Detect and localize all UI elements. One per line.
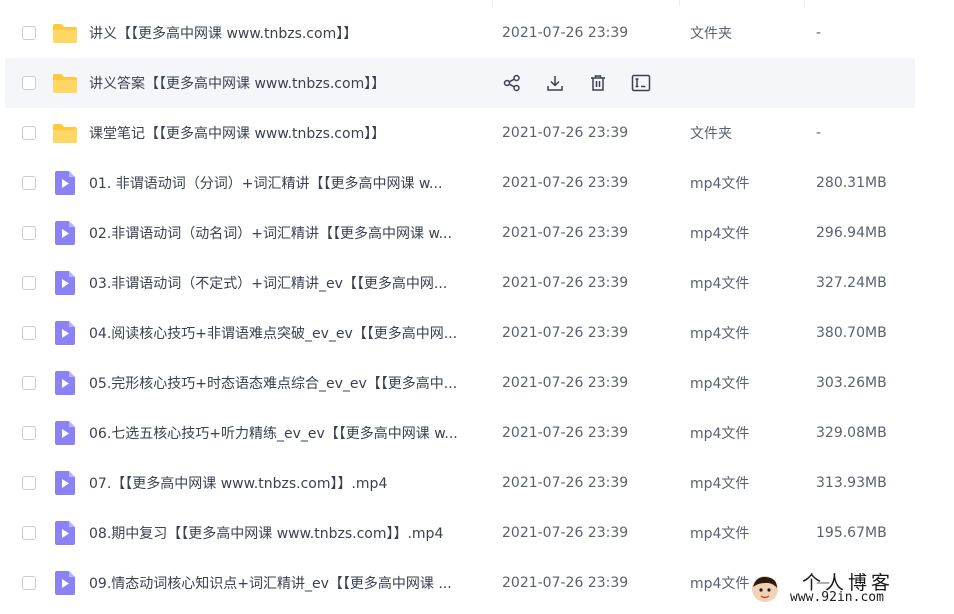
file-row[interactable]: 07.【【更多高中网课 www.tnbzs.com】】.mp4 2021-07-2… xyxy=(5,458,915,508)
video-file-icon xyxy=(52,321,78,345)
watermark: 个人博客 www.92in.com xyxy=(750,570,946,608)
file-row[interactable]: 08.期中复习【【更多高中网课 www.tnbzs.com】】.mp4 2021-… xyxy=(5,508,915,558)
video-file-icon xyxy=(52,521,78,545)
file-row[interactable]: 讲义【【更多高中网课 www.tnbzs.com】】 2021-07-26 23:… xyxy=(5,8,915,58)
file-row[interactable]: 讲义答案【【更多高中网课 www.tnbzs.com】】 xyxy=(5,58,915,108)
modified-date: 2021-07-26 23:39 xyxy=(502,25,629,41)
file-row[interactable]: 06.七选五核心技巧+听力精练_ev_ev【【更多高中网课 w... 2021-0… xyxy=(5,408,915,458)
file-name[interactable]: 课堂笔记【【更多高中网课 www.tnbzs.com】】 xyxy=(89,123,481,143)
file-row[interactable]: 03.非谓语动词（不定式）+词汇精讲_ev【【更多高中网... 2021-07-2… xyxy=(5,258,915,308)
file-row[interactable]: 05.完形核心技巧+时态语态难点综合_ev_ev【【更多高中... 2021-07… xyxy=(5,358,915,408)
file-type: mp4文件 xyxy=(690,526,750,542)
folder-icon xyxy=(52,21,78,45)
row-checkbox[interactable] xyxy=(22,176,36,190)
folder-icon xyxy=(52,71,78,95)
modified-date: 2021-07-26 23:39 xyxy=(502,475,629,491)
column-separator xyxy=(492,0,493,6)
share-icon xyxy=(503,74,521,92)
modified-date: 2021-07-26 23:39 xyxy=(502,525,629,541)
modified-date: 2021-07-26 23:39 xyxy=(502,125,629,141)
video-file-icon xyxy=(52,421,78,445)
video-file-icon xyxy=(52,371,78,395)
row-checkbox[interactable] xyxy=(22,576,36,590)
rename-button[interactable] xyxy=(631,73,651,93)
modified-date: 2021-07-26 23:39 xyxy=(502,175,629,191)
video-file-icon xyxy=(52,471,78,495)
file-type: mp4文件 xyxy=(690,176,750,192)
download-icon xyxy=(546,74,564,92)
file-type: mp4文件 xyxy=(690,576,750,592)
file-type: mp4文件 xyxy=(690,276,750,292)
file-size: 329.08MB xyxy=(816,425,887,441)
file-size: - xyxy=(816,25,822,41)
video-file-icon xyxy=(52,571,78,595)
delete-button[interactable] xyxy=(588,73,608,93)
file-name[interactable]: 02.非谓语动词（动名词）+词汇精讲【【更多高中网课 w... xyxy=(89,223,481,243)
rename-icon xyxy=(631,74,651,92)
file-list: 讲义【【更多高中网课 www.tnbzs.com】】 2021-07-26 23:… xyxy=(5,8,915,608)
file-name[interactable]: 08.期中复习【【更多高中网课 www.tnbzs.com】】.mp4 xyxy=(89,523,481,543)
file-type: mp4文件 xyxy=(690,226,750,242)
file-type: 文件夹 xyxy=(690,26,732,42)
file-name[interactable]: 07.【【更多高中网课 www.tnbzs.com】】.mp4 xyxy=(89,473,481,493)
file-name[interactable]: 06.七选五核心技巧+听力精练_ev_ev【【更多高中网课 w... xyxy=(89,423,481,443)
file-type: mp4文件 xyxy=(690,426,750,442)
file-name[interactable]: 01. 非谓语动词（分词）+词汇精讲【【更多高中网课 w... xyxy=(89,173,481,193)
file-type: 文件夹 xyxy=(690,126,732,142)
row-checkbox[interactable] xyxy=(22,526,36,540)
column-separator xyxy=(679,0,680,6)
file-size: 280.31MB xyxy=(816,175,887,191)
file-list-page: 讲义【【更多高中网课 www.tnbzs.com】】 2021-07-26 23:… xyxy=(0,0,954,614)
file-size: 313.93MB xyxy=(816,475,887,491)
row-actions xyxy=(502,73,674,93)
file-size: - xyxy=(816,125,822,141)
modified-date: 2021-07-26 23:39 xyxy=(502,225,629,241)
file-row[interactable]: 01. 非谓语动词（分词）+词汇精讲【【更多高中网课 w... 2021-07-2… xyxy=(5,158,915,208)
file-row[interactable]: 课堂笔记【【更多高中网课 www.tnbzs.com】】 2021-07-26 2… xyxy=(5,108,915,158)
file-size: 195.67MB xyxy=(816,525,887,541)
modified-date: 2021-07-26 23:39 xyxy=(502,325,629,341)
folder-icon xyxy=(52,121,78,145)
file-size: 296.94MB xyxy=(816,225,887,241)
row-checkbox[interactable] xyxy=(22,326,36,340)
file-type: mp4文件 xyxy=(690,326,750,342)
row-checkbox[interactable] xyxy=(22,226,36,240)
file-type: mp4文件 xyxy=(690,376,750,392)
file-name[interactable]: 05.完形核心技巧+时态语态难点综合_ev_ev【【更多高中... xyxy=(89,373,481,393)
row-checkbox[interactable] xyxy=(22,476,36,490)
delete-icon xyxy=(589,74,607,92)
row-checkbox[interactable] xyxy=(22,276,36,290)
avatar-icon xyxy=(752,576,778,602)
modified-date: 2021-07-26 23:39 xyxy=(502,575,629,591)
file-size: 303.26MB xyxy=(816,375,887,391)
row-checkbox[interactable] xyxy=(22,376,36,390)
file-size: 327.24MB xyxy=(816,275,887,291)
file-name[interactable]: 04.阅读核心技巧+非谓语难点突破_ev_ev【【更多高中网... xyxy=(89,323,481,343)
file-row[interactable]: 02.非谓语动词（动名词）+词汇精讲【【更多高中网课 w... 2021-07-2… xyxy=(5,208,915,258)
video-file-icon xyxy=(52,271,78,295)
column-separator xyxy=(804,0,805,6)
download-button[interactable] xyxy=(545,73,565,93)
video-file-icon xyxy=(52,171,78,195)
file-type: mp4文件 xyxy=(690,476,750,492)
row-checkbox[interactable] xyxy=(22,26,36,40)
file-name[interactable]: 讲义答案【【更多高中网课 www.tnbzs.com】】 xyxy=(89,73,481,93)
file-name[interactable]: 09.情态动词核心知识点+词汇精讲_ev【【更多高中网课 ... xyxy=(89,573,481,593)
row-checkbox[interactable] xyxy=(22,126,36,140)
video-file-icon xyxy=(52,221,78,245)
file-name[interactable]: 03.非谓语动词（不定式）+词汇精讲_ev【【更多高中网... xyxy=(89,273,481,293)
file-size: 380.70MB xyxy=(816,325,887,341)
row-checkbox[interactable] xyxy=(22,76,36,90)
row-checkbox[interactable] xyxy=(22,426,36,440)
modified-date: 2021-07-26 23:39 xyxy=(502,375,629,391)
modified-date: 2021-07-26 23:39 xyxy=(502,425,629,441)
watermark-url: www.92in.com xyxy=(790,590,884,605)
file-name[interactable]: 讲义【【更多高中网课 www.tnbzs.com】】 xyxy=(89,23,481,43)
modified-date: 2021-07-26 23:39 xyxy=(502,275,629,291)
file-row[interactable]: 04.阅读核心技巧+非谓语难点突破_ev_ev【【更多高中网... 2021-07… xyxy=(5,308,915,358)
share-button[interactable] xyxy=(502,73,522,93)
